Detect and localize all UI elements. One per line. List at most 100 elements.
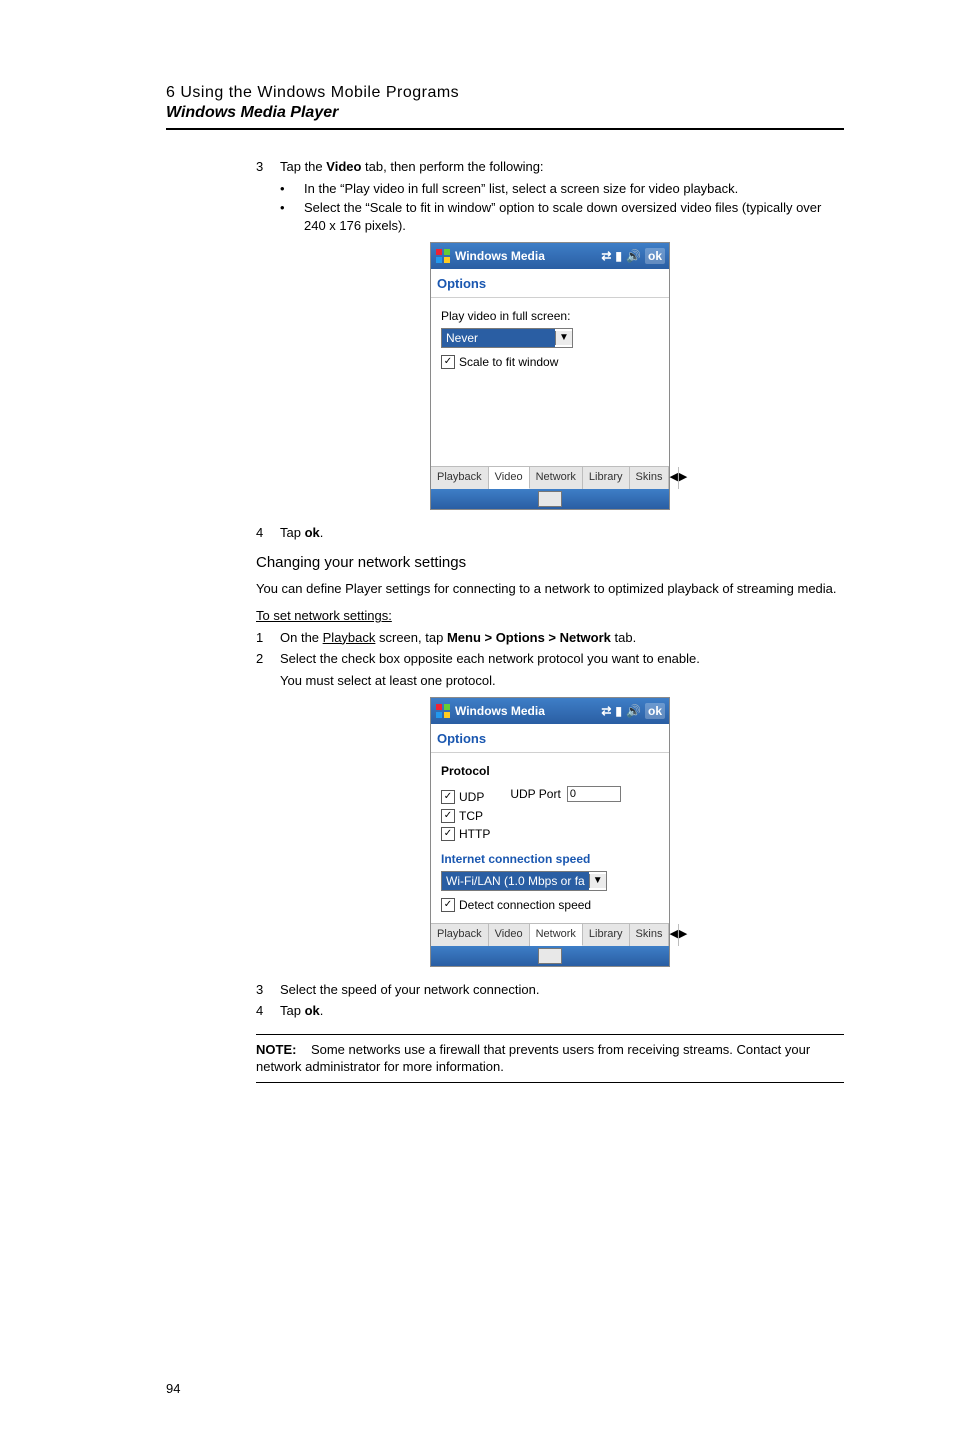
subheading-network: Changing your network settings bbox=[256, 553, 844, 573]
windows-flag-icon bbox=[435, 248, 451, 264]
checkbox-label: UDP bbox=[459, 789, 484, 805]
page-number: 94 bbox=[166, 1381, 180, 1396]
step-text: Tap ok. bbox=[280, 1002, 323, 1020]
sip-bar bbox=[431, 489, 669, 509]
tab-scroll-left[interactable]: ◀ bbox=[669, 467, 678, 489]
tab-library[interactable]: Library bbox=[583, 467, 630, 489]
step-4: 4 Tap ok. bbox=[256, 524, 844, 542]
http-checkbox[interactable]: ✓HTTP bbox=[441, 826, 659, 842]
keyboard-icon[interactable] bbox=[538, 491, 562, 507]
text: Tap the bbox=[280, 159, 326, 174]
step-text: On the Playback screen, tap Menu > Optio… bbox=[280, 629, 636, 647]
step-number: 2 bbox=[256, 650, 280, 668]
text: Tap bbox=[280, 1003, 305, 1018]
note-block: NOTE: Some networks use a firewall that … bbox=[256, 1041, 844, 1076]
bullet-marker: • bbox=[280, 180, 304, 198]
net-step-3: 3 Select the speed of your network conne… bbox=[256, 981, 844, 999]
header-rule bbox=[166, 128, 844, 130]
note-rule-bottom bbox=[256, 1082, 844, 1083]
options-heading: Options bbox=[431, 724, 669, 753]
text: On the bbox=[280, 630, 323, 645]
udp-checkbox[interactable]: ✓ UDP bbox=[441, 789, 484, 805]
tab-video[interactable]: Video bbox=[489, 466, 530, 489]
tab-playback[interactable]: Playback bbox=[431, 467, 489, 489]
phone-titlebar: Windows Media ⇄ ▮ 🔊 ok bbox=[431, 698, 669, 724]
tab-skins[interactable]: Skins bbox=[630, 924, 670, 946]
speaker-icon: 🔊 bbox=[626, 248, 641, 264]
step-text: Select the check box opposite each netwo… bbox=[280, 650, 700, 668]
phone-title-text: Windows Media bbox=[455, 248, 601, 264]
chevron-down-icon[interactable]: ▼ bbox=[555, 331, 572, 345]
bullet-text: Select the “Scale to fit in window” opti… bbox=[304, 199, 844, 234]
tab-scroll-right[interactable]: ▶ bbox=[679, 924, 687, 946]
text-bold: Video bbox=[326, 159, 361, 174]
udp-port-input[interactable]: 0 bbox=[567, 786, 621, 802]
ok-button[interactable]: ok bbox=[645, 703, 665, 719]
checkbox-label: Detect connection speed bbox=[459, 897, 591, 913]
status-icons: ⇄ ▮ 🔊 ok bbox=[601, 248, 665, 264]
note-rule-top bbox=[256, 1034, 844, 1035]
tab-network[interactable]: Network bbox=[530, 467, 583, 489]
keyboard-icon[interactable] bbox=[538, 948, 562, 964]
tab-skins[interactable]: Skins bbox=[630, 467, 670, 489]
chevron-down-icon[interactable]: ▼ bbox=[589, 874, 606, 888]
checkbox-icon: ✓ bbox=[441, 355, 455, 369]
phone-tabs: Playback Video Network Library Skins ◀ ▶ bbox=[431, 466, 669, 489]
text: Tap bbox=[280, 525, 305, 540]
connectivity-icon: ⇄ bbox=[601, 703, 611, 719]
tab-playback[interactable]: Playback bbox=[431, 924, 489, 946]
screenshot-network-options: Windows Media ⇄ ▮ 🔊 ok Options Protocol … bbox=[430, 697, 670, 967]
tab-network[interactable]: Network bbox=[530, 923, 583, 946]
bullet-text: In the “Play video in full screen” list,… bbox=[304, 180, 844, 198]
checkbox-label: TCP bbox=[459, 808, 483, 824]
ok-button[interactable]: ok bbox=[645, 248, 665, 264]
udp-port-label: UDP Port bbox=[510, 786, 560, 802]
text: tab. bbox=[611, 630, 636, 645]
select-value: Never bbox=[442, 329, 555, 347]
tab-video[interactable]: Video bbox=[489, 924, 530, 946]
step-number: 4 bbox=[256, 524, 280, 542]
checkbox-icon: ✓ bbox=[441, 809, 455, 823]
step-number: 3 bbox=[256, 981, 280, 999]
options-heading: Options bbox=[431, 269, 669, 298]
phone-tabs: Playback Video Network Library Skins ◀ ▶ bbox=[431, 923, 669, 946]
protocol-heading: Protocol bbox=[441, 763, 659, 779]
text: screen, tap bbox=[375, 630, 447, 645]
text-bold: ok bbox=[305, 525, 320, 540]
windows-flag-icon bbox=[435, 703, 451, 719]
sip-bar bbox=[431, 946, 669, 966]
note-label: NOTE: bbox=[256, 1042, 296, 1057]
text: tab, then perform the following: bbox=[361, 159, 543, 174]
section-title: Windows Media Player bbox=[166, 104, 844, 122]
status-icons: ⇄ ▮ 🔊 ok bbox=[601, 703, 665, 719]
connectivity-icon: ⇄ bbox=[601, 248, 611, 264]
step-number: 1 bbox=[256, 629, 280, 647]
phone-title-text: Windows Media bbox=[455, 703, 601, 719]
checkbox-label: HTTP bbox=[459, 826, 490, 842]
tcp-checkbox[interactable]: ✓ TCP bbox=[441, 808, 659, 824]
paragraph: You can define Player settings for conne… bbox=[256, 580, 844, 598]
chapter-title: 6 Using the Windows Mobile Programs bbox=[166, 84, 844, 102]
ics-select[interactable]: Wi-Fi/LAN (1.0 Mbps or fa ▼ bbox=[441, 871, 607, 891]
checkbox-icon: ✓ bbox=[441, 898, 455, 912]
to-set-heading: To set network settings: bbox=[256, 607, 844, 625]
tab-scroll-right[interactable]: ▶ bbox=[679, 467, 687, 489]
bullet-marker: • bbox=[280, 199, 304, 234]
net-step-2: 2 Select the check box opposite each net… bbox=[256, 650, 844, 668]
text-bold: Menu > Options > Network bbox=[447, 630, 611, 645]
tab-library[interactable]: Library bbox=[583, 924, 630, 946]
phone-titlebar: Windows Media ⇄ ▮ 🔊 ok bbox=[431, 243, 669, 269]
scale-checkbox[interactable]: ✓ Scale to fit window bbox=[441, 354, 659, 370]
ics-heading: Internet connection speed bbox=[441, 851, 659, 867]
tab-scroll-left[interactable]: ◀ bbox=[669, 924, 678, 946]
speaker-icon: 🔊 bbox=[626, 703, 641, 719]
step-3: 3 Tap the Video tab, then perform the fo… bbox=[256, 158, 844, 176]
play-video-select[interactable]: Never ▼ bbox=[441, 328, 573, 348]
step-number: 3 bbox=[256, 158, 280, 176]
net-step-4: 4 Tap ok. bbox=[256, 1002, 844, 1020]
bullet-2: • Select the “Scale to fit in window” op… bbox=[280, 199, 844, 234]
checkbox-icon: ✓ bbox=[441, 790, 455, 804]
detect-checkbox[interactable]: ✓ Detect connection speed bbox=[441, 897, 659, 913]
text-underline: Playback bbox=[323, 630, 376, 645]
text: . bbox=[320, 1003, 324, 1018]
